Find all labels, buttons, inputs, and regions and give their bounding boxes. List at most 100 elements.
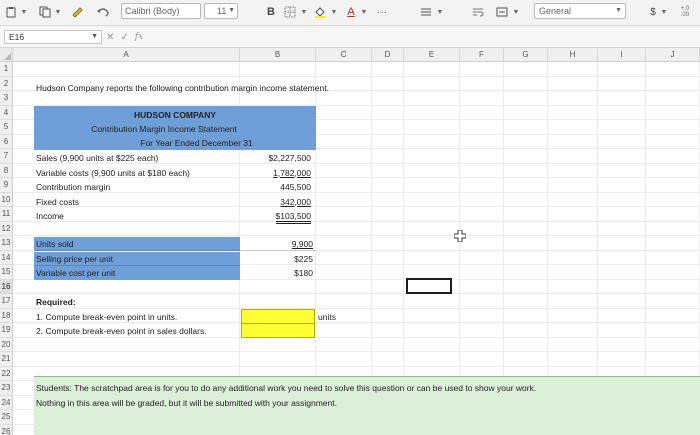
- decimal-places-button[interactable]: +.0 .00: [676, 4, 694, 20]
- row-header-6[interactable]: 6: [0, 134, 13, 149]
- column-header-e[interactable]: E: [404, 48, 460, 62]
- column-header-d[interactable]: D: [372, 48, 404, 62]
- row-header-11[interactable]: 11: [0, 207, 13, 222]
- row-header-12[interactable]: 12: [0, 221, 13, 236]
- requirement-2[interactable]: 2. Compute break-even point in sales dol…: [36, 324, 207, 338]
- column-header-h[interactable]: H: [548, 48, 598, 62]
- variable-costs-value[interactable]: 1,782,000: [240, 166, 314, 180]
- units-sold-label[interactable]: Units sold: [34, 237, 240, 251]
- font-size-select[interactable]: 11 ▼: [204, 3, 238, 19]
- cancel-icon[interactable]: ✕: [106, 32, 114, 43]
- row-header-14[interactable]: 14: [0, 250, 13, 265]
- row-header-20[interactable]: 20: [0, 337, 13, 352]
- selling-price-label[interactable]: Selling price per unit: [34, 251, 240, 266]
- row-header-5[interactable]: 5: [0, 120, 13, 135]
- contribution-margin-label[interactable]: Contribution margin: [36, 180, 110, 194]
- paste-icon[interactable]: [4, 4, 18, 20]
- row-header-7[interactable]: 7: [0, 149, 13, 164]
- chevron-down-icon[interactable]: ▼: [512, 4, 520, 20]
- fixed-costs-label[interactable]: Fixed costs: [36, 195, 79, 209]
- intro-text[interactable]: Hudson Company reports the following con…: [36, 81, 329, 95]
- undo-icon[interactable]: [92, 4, 114, 20]
- column-header-f[interactable]: F: [460, 48, 504, 62]
- chevron-down-icon[interactable]: ▼: [300, 4, 308, 20]
- formula-controls: ✕ ✓ fx: [106, 29, 696, 45]
- number-format-select[interactable]: General ▼: [534, 3, 626, 19]
- variable-costs-label[interactable]: Variable costs (9,900 units at $180 each…: [36, 166, 190, 180]
- column-header-g[interactable]: G: [504, 48, 548, 62]
- row-header-9[interactable]: 9: [0, 178, 13, 193]
- income-value[interactable]: $103,500: [240, 209, 314, 224]
- chevron-down-icon[interactable]: ▼: [436, 4, 444, 20]
- fx-icon[interactable]: fx: [135, 32, 143, 42]
- row-header-25[interactable]: 25: [0, 410, 13, 425]
- borders-icon[interactable]: [282, 4, 298, 20]
- row-header-13[interactable]: 13: [0, 236, 13, 251]
- income-label[interactable]: Income: [36, 209, 64, 223]
- sales-value[interactable]: $2,227,500: [240, 151, 314, 165]
- chevron-down-icon[interactable]: ▼: [660, 4, 668, 20]
- row-header-16[interactable]: 16: [0, 279, 13, 294]
- row-header-17[interactable]: 17: [0, 294, 13, 309]
- column-header-j[interactable]: J: [646, 48, 700, 62]
- wrap-text-icon[interactable]: [470, 4, 486, 20]
- row-gridline: [13, 75, 700, 77]
- font-name-select[interactable]: Calibri (Body): [121, 3, 201, 19]
- row-header-1[interactable]: 1: [0, 62, 13, 77]
- column-header-b[interactable]: B: [240, 48, 316, 62]
- chevron-down-icon[interactable]: ▼: [20, 4, 28, 20]
- align-icon[interactable]: [418, 4, 434, 20]
- contribution-margin-value[interactable]: 445,500: [240, 180, 314, 194]
- select-all-button[interactable]: [0, 48, 13, 62]
- font-color-button[interactable]: A: [344, 4, 358, 20]
- font-name-value: Calibri (Body): [125, 6, 180, 16]
- more-options-button[interactable]: ···: [374, 4, 390, 20]
- currency-button[interactable]: $: [646, 4, 660, 20]
- selected-cell-e16[interactable]: [406, 278, 452, 294]
- units-sold-value[interactable]: 9,900: [240, 237, 316, 251]
- fill-color-icon[interactable]: [312, 4, 328, 20]
- row-header-4[interactable]: 4: [0, 105, 13, 120]
- selling-price-text: Selling price per unit: [36, 253, 114, 264]
- row-header-21[interactable]: 21: [0, 352, 13, 367]
- row-header-19[interactable]: 19: [0, 323, 13, 338]
- scratchpad-note-1[interactable]: Students: The scratchpad area is for you…: [36, 381, 536, 395]
- format-painter-icon[interactable]: [70, 4, 84, 20]
- row-header-24[interactable]: 24: [0, 395, 13, 410]
- variable-cost-value[interactable]: $180: [240, 266, 316, 280]
- fixed-costs-value[interactable]: 342,000: [240, 195, 314, 209]
- enter-icon[interactable]: ✓: [120, 32, 128, 43]
- row-header-23[interactable]: 23: [0, 381, 13, 396]
- scratchpad-note-2[interactable]: Nothing in this area will be graded, but…: [36, 396, 337, 410]
- breakeven-units-input[interactable]: [241, 309, 315, 324]
- breakeven-sales-input[interactable]: [241, 323, 315, 338]
- row-header-8[interactable]: 8: [0, 163, 13, 178]
- row-gridline: [13, 191, 700, 193]
- bold-button[interactable]: B: [264, 4, 278, 20]
- row-header-10[interactable]: 10: [0, 192, 13, 207]
- name-box[interactable]: E16 ▼: [4, 30, 102, 44]
- company-name[interactable]: HUDSON COMPANY: [34, 108, 316, 122]
- variable-cost-label[interactable]: Variable cost per unit: [34, 266, 240, 280]
- merge-cells-icon[interactable]: [494, 4, 510, 20]
- column-header-a[interactable]: A: [13, 48, 240, 62]
- chevron-down-icon[interactable]: ▼: [330, 4, 338, 20]
- units-sold-text: Units sold: [36, 239, 74, 249]
- row-header-22[interactable]: 22: [0, 366, 13, 381]
- selling-price-value[interactable]: $225: [240, 252, 316, 266]
- row-header-15[interactable]: 15: [0, 265, 13, 280]
- row-header-2[interactable]: 2: [0, 76, 13, 91]
- row-header-18[interactable]: 18: [0, 308, 13, 323]
- statement-title[interactable]: Contribution Margin Income Statement: [34, 122, 294, 136]
- column-header-c[interactable]: C: [316, 48, 372, 62]
- statement-period[interactable]: For Year Ended December 31: [34, 136, 279, 150]
- row-header-26[interactable]: 26: [0, 424, 13, 435]
- column-header-i[interactable]: I: [598, 48, 646, 62]
- copy-icon[interactable]: [38, 4, 52, 20]
- required-heading[interactable]: Required:: [36, 295, 76, 309]
- chevron-down-icon[interactable]: ▼: [360, 4, 368, 20]
- chevron-down-icon[interactable]: ▼: [54, 4, 62, 20]
- sales-label[interactable]: Sales (9,900 units at $225 each): [36, 151, 158, 165]
- row-header-3[interactable]: 3: [0, 91, 13, 106]
- requirement-1[interactable]: 1. Compute break-even point in units.: [36, 310, 177, 324]
